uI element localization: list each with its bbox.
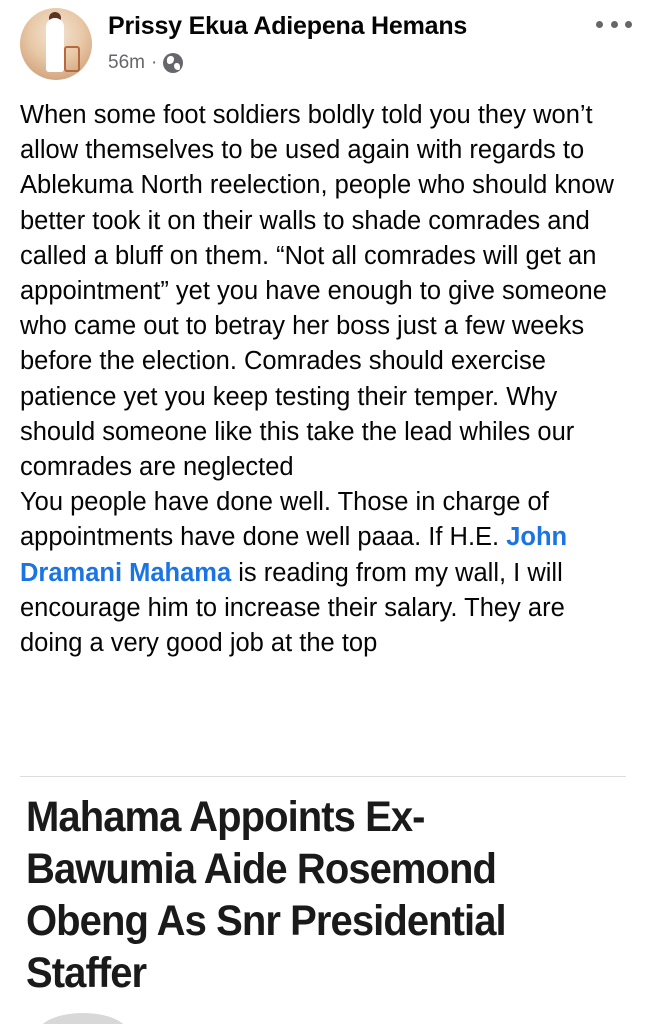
post-paragraph-2: You people have done well. Those in char… (20, 485, 632, 661)
more-dot (596, 20, 603, 28)
more-horizontal-icon[interactable] (596, 14, 632, 34)
post-text: When some foot soldiers boldly told you … (20, 98, 632, 661)
post-header: Prissy Ekua Adiepena Hemans 56m · (0, 0, 646, 92)
avatar-chair (64, 46, 80, 72)
post-meta: 56m · (108, 52, 184, 74)
globe-icon[interactable] (163, 53, 184, 73)
meta-separator: · (150, 52, 158, 73)
link-preview-headline[interactable]: Mahama Appoints Ex-Bawumia Aide Rosemond… (26, 791, 584, 999)
link-preview[interactable]: Mahama Appoints Ex-Bawumia Aide Rosemond… (0, 777, 646, 1024)
more-dot (610, 20, 618, 28)
preview-thumbnail (38, 1013, 128, 1024)
more-dot (625, 20, 632, 28)
author-avatar[interactable] (20, 8, 92, 80)
post-timestamp[interactable]: 56m (108, 52, 145, 74)
author-name[interactable]: Prissy Ekua Adiepena Hemans (108, 12, 467, 41)
facebook-post: Prissy Ekua Adiepena Hemans 56m · When s… (0, 0, 646, 1024)
post-paragraph-1: When some foot soldiers boldly told you … (20, 101, 614, 482)
avatar-figure (46, 18, 64, 72)
post-text-segment: You people have done well. Those in char… (20, 488, 549, 552)
